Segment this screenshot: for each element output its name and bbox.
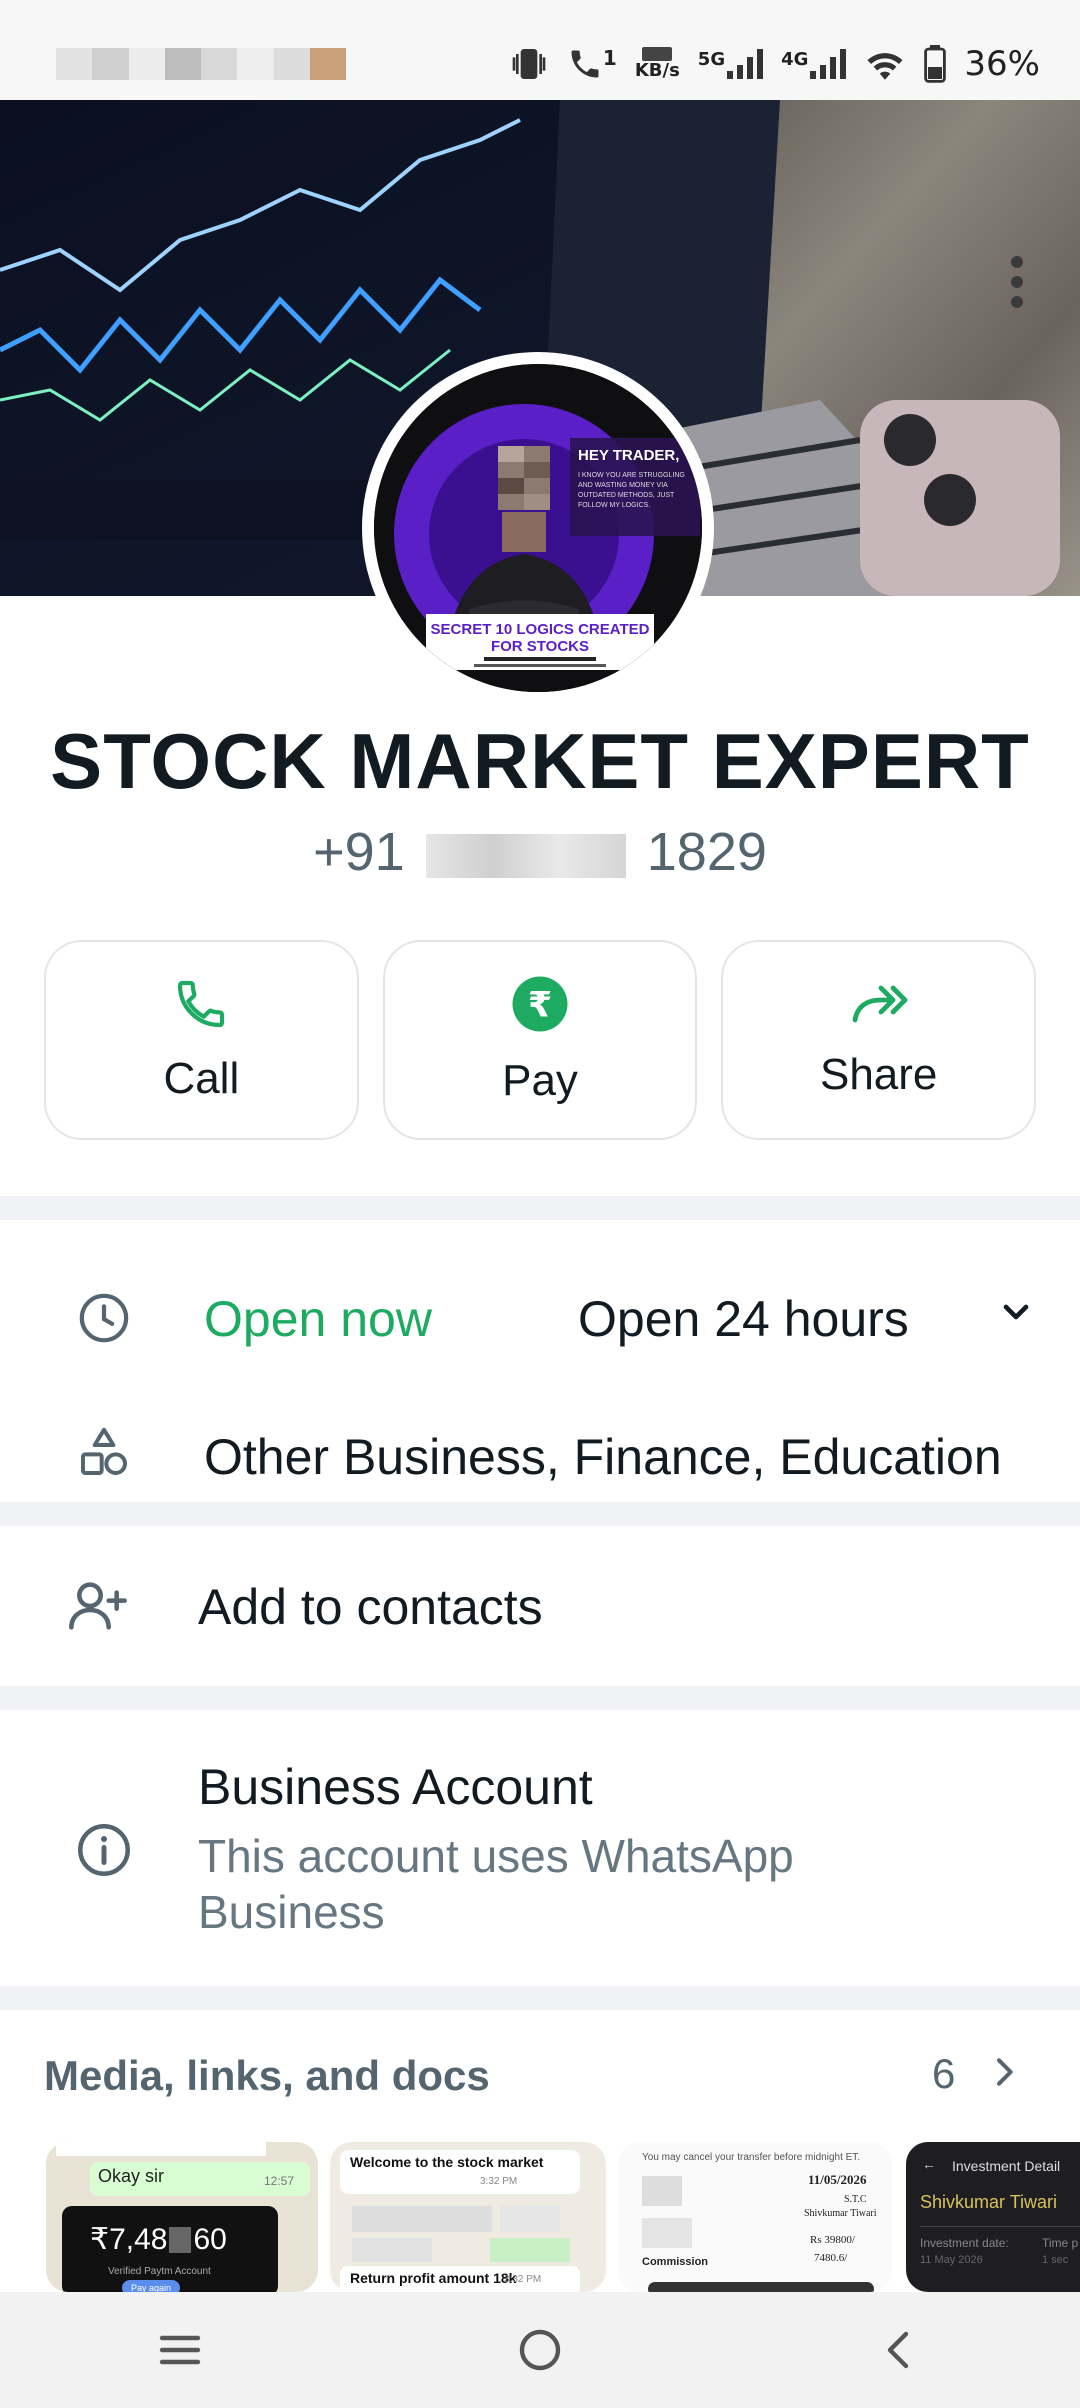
avatar-caption-1: SECRET 10 LOGICS CREATED (431, 621, 650, 638)
svg-text:I KNOW YOU ARE STRUGGLING: I KNOW YOU ARE STRUGGLING (578, 472, 685, 479)
rupee-icon: ₹ (512, 976, 568, 1032)
home-icon[interactable] (516, 2326, 564, 2374)
add-contact-section[interactable]: Add to contacts (0, 1526, 1080, 1686)
wifi-icon (867, 53, 903, 80)
share-button[interactable]: Share (721, 940, 1037, 1140)
signal-5g: 5G (698, 49, 764, 79)
share-label: Share (819, 1050, 938, 1099)
status-bar: 1 KB/s 5G 4G 36% (0, 0, 1080, 100)
avatar-caption-2: FOR STOCKS (491, 638, 589, 655)
category-icon (72, 1420, 136, 1484)
back-icon[interactable] (876, 2326, 924, 2374)
business-category: Other Business, Finance, Education (204, 1429, 1002, 1485)
media-thumb-1[interactable]: Okay sir 12:57 ₹7,48 60 Verified Paytm A… (46, 2142, 318, 2292)
add-person-icon (66, 1574, 130, 1638)
chevron-right-icon[interactable] (984, 2052, 1024, 2092)
system-nav-bar (0, 2292, 1080, 2408)
avatar[interactable]: HEY TRADER, I KNOW YOU ARE STRUGGLING AN… (374, 364, 702, 692)
avatar-image: HEY TRADER, I KNOW YOU ARE STRUGGLING AN… (374, 364, 702, 692)
chevron-down-icon[interactable] (996, 1292, 1036, 1332)
contact-phone: +91 1829 (313, 822, 767, 882)
svg-text:FOLLOW MY LOGICS.: FOLLOW MY LOGICS. (578, 502, 650, 509)
media-thumb-3[interactable]: You may cancel your transfer before midn… (618, 2142, 892, 2292)
svg-text:₹: ₹ (528, 986, 552, 1026)
phone-mask (425, 833, 626, 878)
status-right: 1 KB/s 5G 4G 36% (509, 36, 1040, 92)
media-thumb-2[interactable]: Welcome to the stock market 3:32 PM Retu… (330, 2142, 606, 2292)
recents-icon[interactable] (156, 2330, 204, 2370)
business-account-description: This account uses WhatsApp Business (198, 1830, 794, 1938)
pay-button[interactable]: ₹ Pay (382, 940, 698, 1140)
svg-text:OUTDATED METHODS, JUST: OUTDATED METHODS, JUST (578, 492, 675, 499)
forward-icon (852, 985, 908, 1023)
business-info-section: Open now Open 24 hours Other Business, F… (0, 1220, 1080, 1502)
avatar-banner-title: HEY TRADER, (578, 447, 679, 464)
contact-name: STOCK MARKET EXPERT (50, 717, 1030, 805)
add-to-contacts-label: Add to contacts (198, 1579, 543, 1635)
clock-icon (72, 1286, 136, 1350)
svg-text:AND WASTING MONEY VIA: AND WASTING MONEY VIA (578, 482, 668, 489)
signal-bars-icon (727, 49, 764, 79)
call-button[interactable]: Call (44, 940, 359, 1140)
pay-label: Pay (502, 1056, 578, 1105)
call-label: Call (163, 1054, 240, 1103)
signal-4g: 4G (781, 49, 847, 79)
status-notification-icons (56, 48, 346, 80)
business-account-title: Business Account (198, 1759, 593, 1815)
media-count[interactable]: 6 (932, 2050, 955, 2098)
call-wifi-icon (571, 50, 599, 78)
vibrate-icon (512, 49, 546, 79)
phone-icon (178, 980, 225, 1028)
action-buttons: Call ₹ Pay Share (44, 940, 1037, 1140)
business-account-section[interactable]: Business Account This account uses Whats… (0, 1710, 1080, 1986)
battery-icon (924, 45, 947, 83)
media-title[interactable]: Media, links, and docs (44, 2052, 490, 2100)
battery-percent: 36% (964, 44, 1040, 84)
signal-bars-icon (810, 49, 847, 79)
network-speed: KB/s (635, 47, 680, 81)
call-indicator: 1 (567, 46, 617, 82)
open-status: Open now (204, 1291, 432, 1347)
info-icon (72, 1818, 136, 1882)
media-thumb-4[interactable]: ← Investment Detail Shivkumar Tiwari Inv… (906, 2142, 1080, 2292)
business-hours[interactable]: Open 24 hours (578, 1290, 909, 1348)
